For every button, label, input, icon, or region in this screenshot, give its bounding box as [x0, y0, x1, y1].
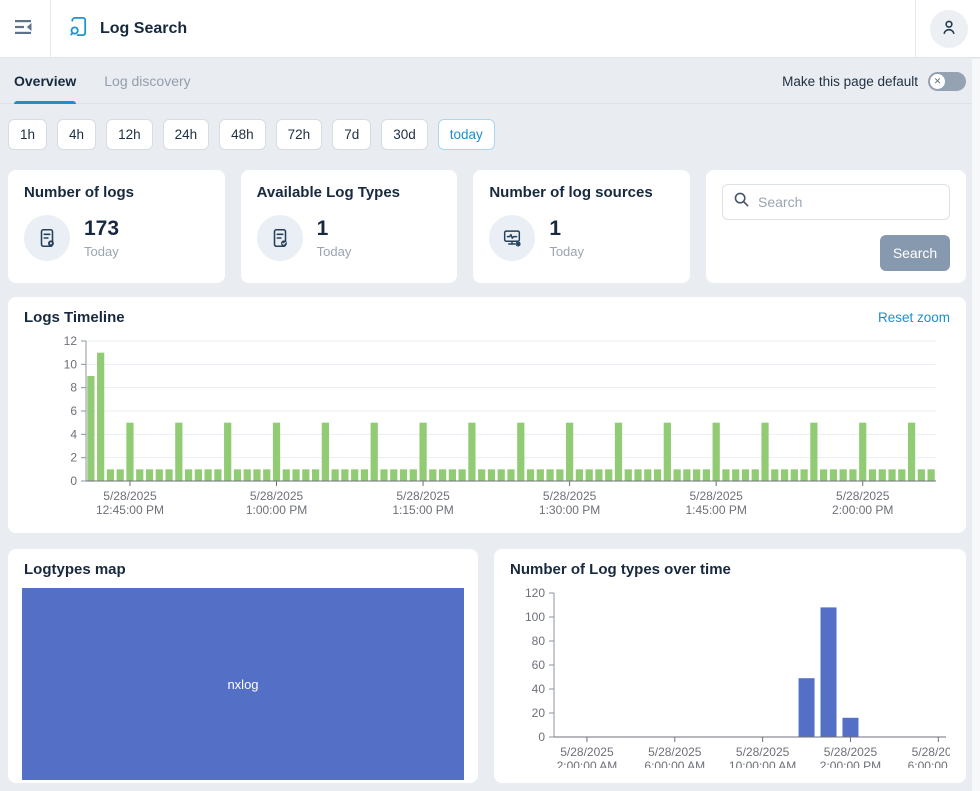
svg-text:5/28/2025: 5/28/2025 — [689, 489, 743, 503]
stat-cards-row: Number of logs 173 Today Available Log T… — [8, 170, 966, 283]
make-default-toggle[interactable]: ✕ — [928, 72, 966, 91]
logtypes-over-time-title: Number of Log types over time — [510, 561, 731, 578]
svg-text:2:00:00 AM: 2:00:00 AM — [557, 759, 618, 768]
svg-text:0: 0 — [538, 730, 545, 744]
range-button-1h[interactable]: 1h — [8, 119, 47, 150]
range-button-4h[interactable]: 4h — [57, 119, 96, 150]
logtypes-map-title: Logtypes map — [24, 561, 126, 578]
stat-value: 1 — [317, 217, 352, 241]
svg-text:5/28/2025: 5/28/2025 — [543, 489, 597, 503]
svg-text:10:00:00 AM: 10:00:00 AM — [729, 759, 796, 768]
stat-value: 173 — [84, 217, 119, 241]
svg-text:2: 2 — [70, 451, 77, 465]
svg-text:5/28/2025: 5/28/2025 — [560, 745, 614, 759]
header-divider-right — [915, 0, 916, 58]
top-bar: Log Search — [0, 0, 980, 58]
stat-caption: Today — [84, 244, 119, 259]
range-button-30d[interactable]: 30d — [381, 119, 428, 150]
reset-zoom-link[interactable]: Reset zoom — [878, 310, 950, 325]
page-title: Log Search — [100, 20, 187, 38]
tab-log-discovery[interactable]: Log discovery — [90, 59, 204, 104]
search-box — [722, 184, 950, 220]
svg-text:5/28/2025: 5/28/2025 — [912, 745, 950, 759]
stat-caption: Today — [317, 244, 352, 259]
log-source-icon — [489, 215, 535, 261]
card-available-log-types: Available Log Types 1 Today — [241, 170, 458, 283]
make-default-label: Make this page default — [782, 74, 918, 89]
range-button-7d[interactable]: 7d — [332, 119, 371, 150]
svg-text:5/28/2025: 5/28/2025 — [648, 745, 702, 759]
timeline-title: Logs Timeline — [24, 309, 125, 326]
range-button-72h[interactable]: 72h — [276, 119, 323, 150]
svg-text:120: 120 — [525, 586, 545, 600]
logtypes-treemap[interactable]: nxlog — [22, 588, 464, 780]
stat-value: 1 — [549, 217, 584, 241]
svg-text:20: 20 — [532, 706, 546, 720]
logtypes-over-time-chart[interactable]: 0204060801001205/28/20252:00:00 AM5/28/2… — [494, 582, 966, 773]
user-icon — [939, 17, 959, 40]
svg-text:5/28/2025: 5/28/2025 — [736, 745, 790, 759]
range-button-24h[interactable]: 24h — [163, 119, 210, 150]
stat-caption: Today — [549, 244, 584, 259]
svg-text:0: 0 — [70, 474, 77, 488]
log-type-icon — [257, 215, 303, 261]
svg-text:2:00:00 PM: 2:00:00 PM — [820, 759, 881, 768]
collapse-menu-icon — [14, 19, 36, 38]
card-title: Number of logs — [24, 184, 209, 201]
toggle-knob-x-icon: ✕ — [930, 74, 945, 89]
card-number-of-logs: Number of logs 173 Today — [8, 170, 225, 283]
svg-text:6:00:00 AM: 6:00:00 AM — [644, 759, 705, 768]
svg-text:5/28/2025: 5/28/2025 — [103, 489, 157, 503]
log-search-icon — [67, 15, 90, 43]
search-button[interactable]: Search — [880, 235, 950, 271]
svg-text:4: 4 — [70, 427, 77, 441]
treemap-cell-nxlog[interactable]: nxlog — [22, 588, 464, 780]
card-title: Number of log sources — [489, 184, 674, 201]
svg-text:100: 100 — [525, 610, 545, 624]
svg-text:5/28/2025: 5/28/2025 — [836, 489, 890, 503]
svg-text:12:45:00 PM: 12:45:00 PM — [96, 503, 164, 517]
search-input[interactable] — [758, 194, 939, 210]
search-icon — [733, 191, 750, 213]
svg-text:5/28/2025: 5/28/2025 — [824, 745, 878, 759]
svg-text:40: 40 — [532, 682, 546, 696]
svg-text:1:45:00 PM: 1:45:00 PM — [685, 503, 746, 517]
logs-timeline-chart[interactable]: 0246810125/28/202512:45:00 PM5/28/20251:… — [8, 330, 966, 523]
sidebar-collapse-button[interactable] — [0, 0, 50, 58]
card-number-of-log-sources: Number of log sources 1 — [473, 170, 690, 283]
svg-text:10: 10 — [64, 357, 78, 371]
tab-bar: Overview Log discovery Make this page de… — [0, 59, 980, 104]
svg-text:5/28/2025: 5/28/2025 — [396, 489, 450, 503]
svg-text:8: 8 — [70, 381, 77, 395]
svg-text:80: 80 — [532, 634, 546, 648]
svg-text:60: 60 — [532, 658, 546, 672]
time-range-buttons: 1h 4h 12h 24h 48h 72h 7d 30d today — [8, 119, 495, 150]
tab-overview[interactable]: Overview — [0, 59, 90, 104]
range-button-today[interactable]: today — [438, 119, 495, 150]
range-button-48h[interactable]: 48h — [219, 119, 266, 150]
user-avatar-button[interactable] — [930, 10, 968, 48]
svg-text:6:00:00 PM: 6:00:00 PM — [908, 759, 950, 768]
card-title: Available Log Types — [257, 184, 442, 201]
svg-text:1:00:00 PM: 1:00:00 PM — [246, 503, 307, 517]
svg-text:6: 6 — [70, 404, 77, 418]
logtypes-map-panel: Logtypes map nxlog — [8, 549, 478, 783]
svg-text:1:15:00 PM: 1:15:00 PM — [392, 503, 453, 517]
card-search: Search — [706, 170, 966, 283]
logtypes-over-time-panel: Number of Log types over time 0 20 40 60 80 1… — [494, 549, 966, 783]
log-file-icon — [24, 215, 70, 261]
svg-text:2:00:00 PM: 2:00:00 PM — [832, 503, 893, 517]
logs-timeline-panel: Logs Timeline Reset zoom 0 2 4 6 8 10 12 5/28/2… — [8, 297, 966, 533]
svg-text:1:30:00 PM: 1:30:00 PM — [539, 503, 600, 517]
svg-text:12: 12 — [64, 334, 78, 348]
treemap-cell-label: nxlog — [227, 677, 258, 692]
svg-text:5/28/2025: 5/28/2025 — [250, 489, 304, 503]
range-button-12h[interactable]: 12h — [106, 119, 153, 150]
vertical-scrollbar[interactable] — [972, 59, 980, 791]
